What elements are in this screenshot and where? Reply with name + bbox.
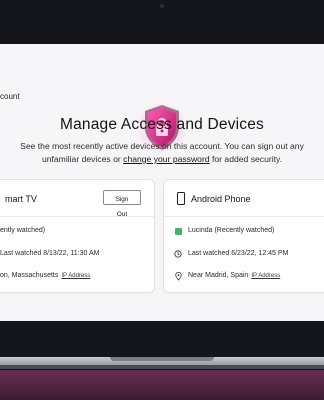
subtitle-line-1: See the most recently active devices on … bbox=[20, 141, 304, 151]
laptop-foot bbox=[0, 365, 324, 369]
location-text: Near Madrid, Spain bbox=[188, 272, 249, 279]
subtitle-line-2: unfamiliar devices or change your passwo… bbox=[0, 153, 324, 166]
change-password-link[interactable]: change your password bbox=[123, 154, 209, 164]
device-last-watched: Last watched 8/13/22, 11:30 AM bbox=[0, 250, 100, 257]
ip-address-link[interactable]: IP Address bbox=[251, 273, 280, 279]
device-last-watched: Last watched 6/23/22, 12:45 PM bbox=[188, 250, 289, 257]
webcam bbox=[160, 4, 164, 8]
device-card-phone: Android Phone Lucinda (Recently watched)… bbox=[164, 180, 324, 292]
subtitle-text: unfamiliar devices or bbox=[41, 154, 124, 164]
location-text: on, Massachusetts bbox=[0, 272, 59, 279]
laptop-screen: count Manage Access and Devices See the … bbox=[0, 44, 324, 321]
ip-address-link[interactable]: IP Address bbox=[61, 273, 90, 279]
sign-out-button[interactable]: Sign Out bbox=[103, 190, 141, 218]
device-card-tv: mart TV Sign Out ently watched) Last wat… bbox=[0, 180, 154, 292]
device-profile: Lucinda (Recently watched) bbox=[188, 227, 275, 234]
card-divider bbox=[0, 216, 154, 217]
page-subtitle: See the most recently active devices on … bbox=[0, 140, 324, 166]
page-title: Manage Access and Devices bbox=[59, 116, 265, 133]
device-profile: ently watched) bbox=[0, 227, 46, 234]
profile-avatar bbox=[175, 228, 182, 235]
device-name: Android Phone bbox=[191, 194, 251, 204]
laptop-hinge-notch bbox=[110, 357, 214, 361]
card-divider bbox=[164, 216, 324, 217]
phone-icon bbox=[177, 192, 185, 205]
device-name: mart TV bbox=[5, 194, 37, 204]
breadcrumb[interactable]: count bbox=[0, 92, 20, 101]
subtitle-text: for added security. bbox=[209, 154, 283, 164]
clock-icon bbox=[174, 250, 182, 258]
device-location: Near Madrid, Spain IP Address bbox=[188, 272, 280, 279]
device-location: on, Massachusetts IP Address bbox=[0, 272, 90, 279]
location-pin-icon bbox=[175, 272, 182, 281]
